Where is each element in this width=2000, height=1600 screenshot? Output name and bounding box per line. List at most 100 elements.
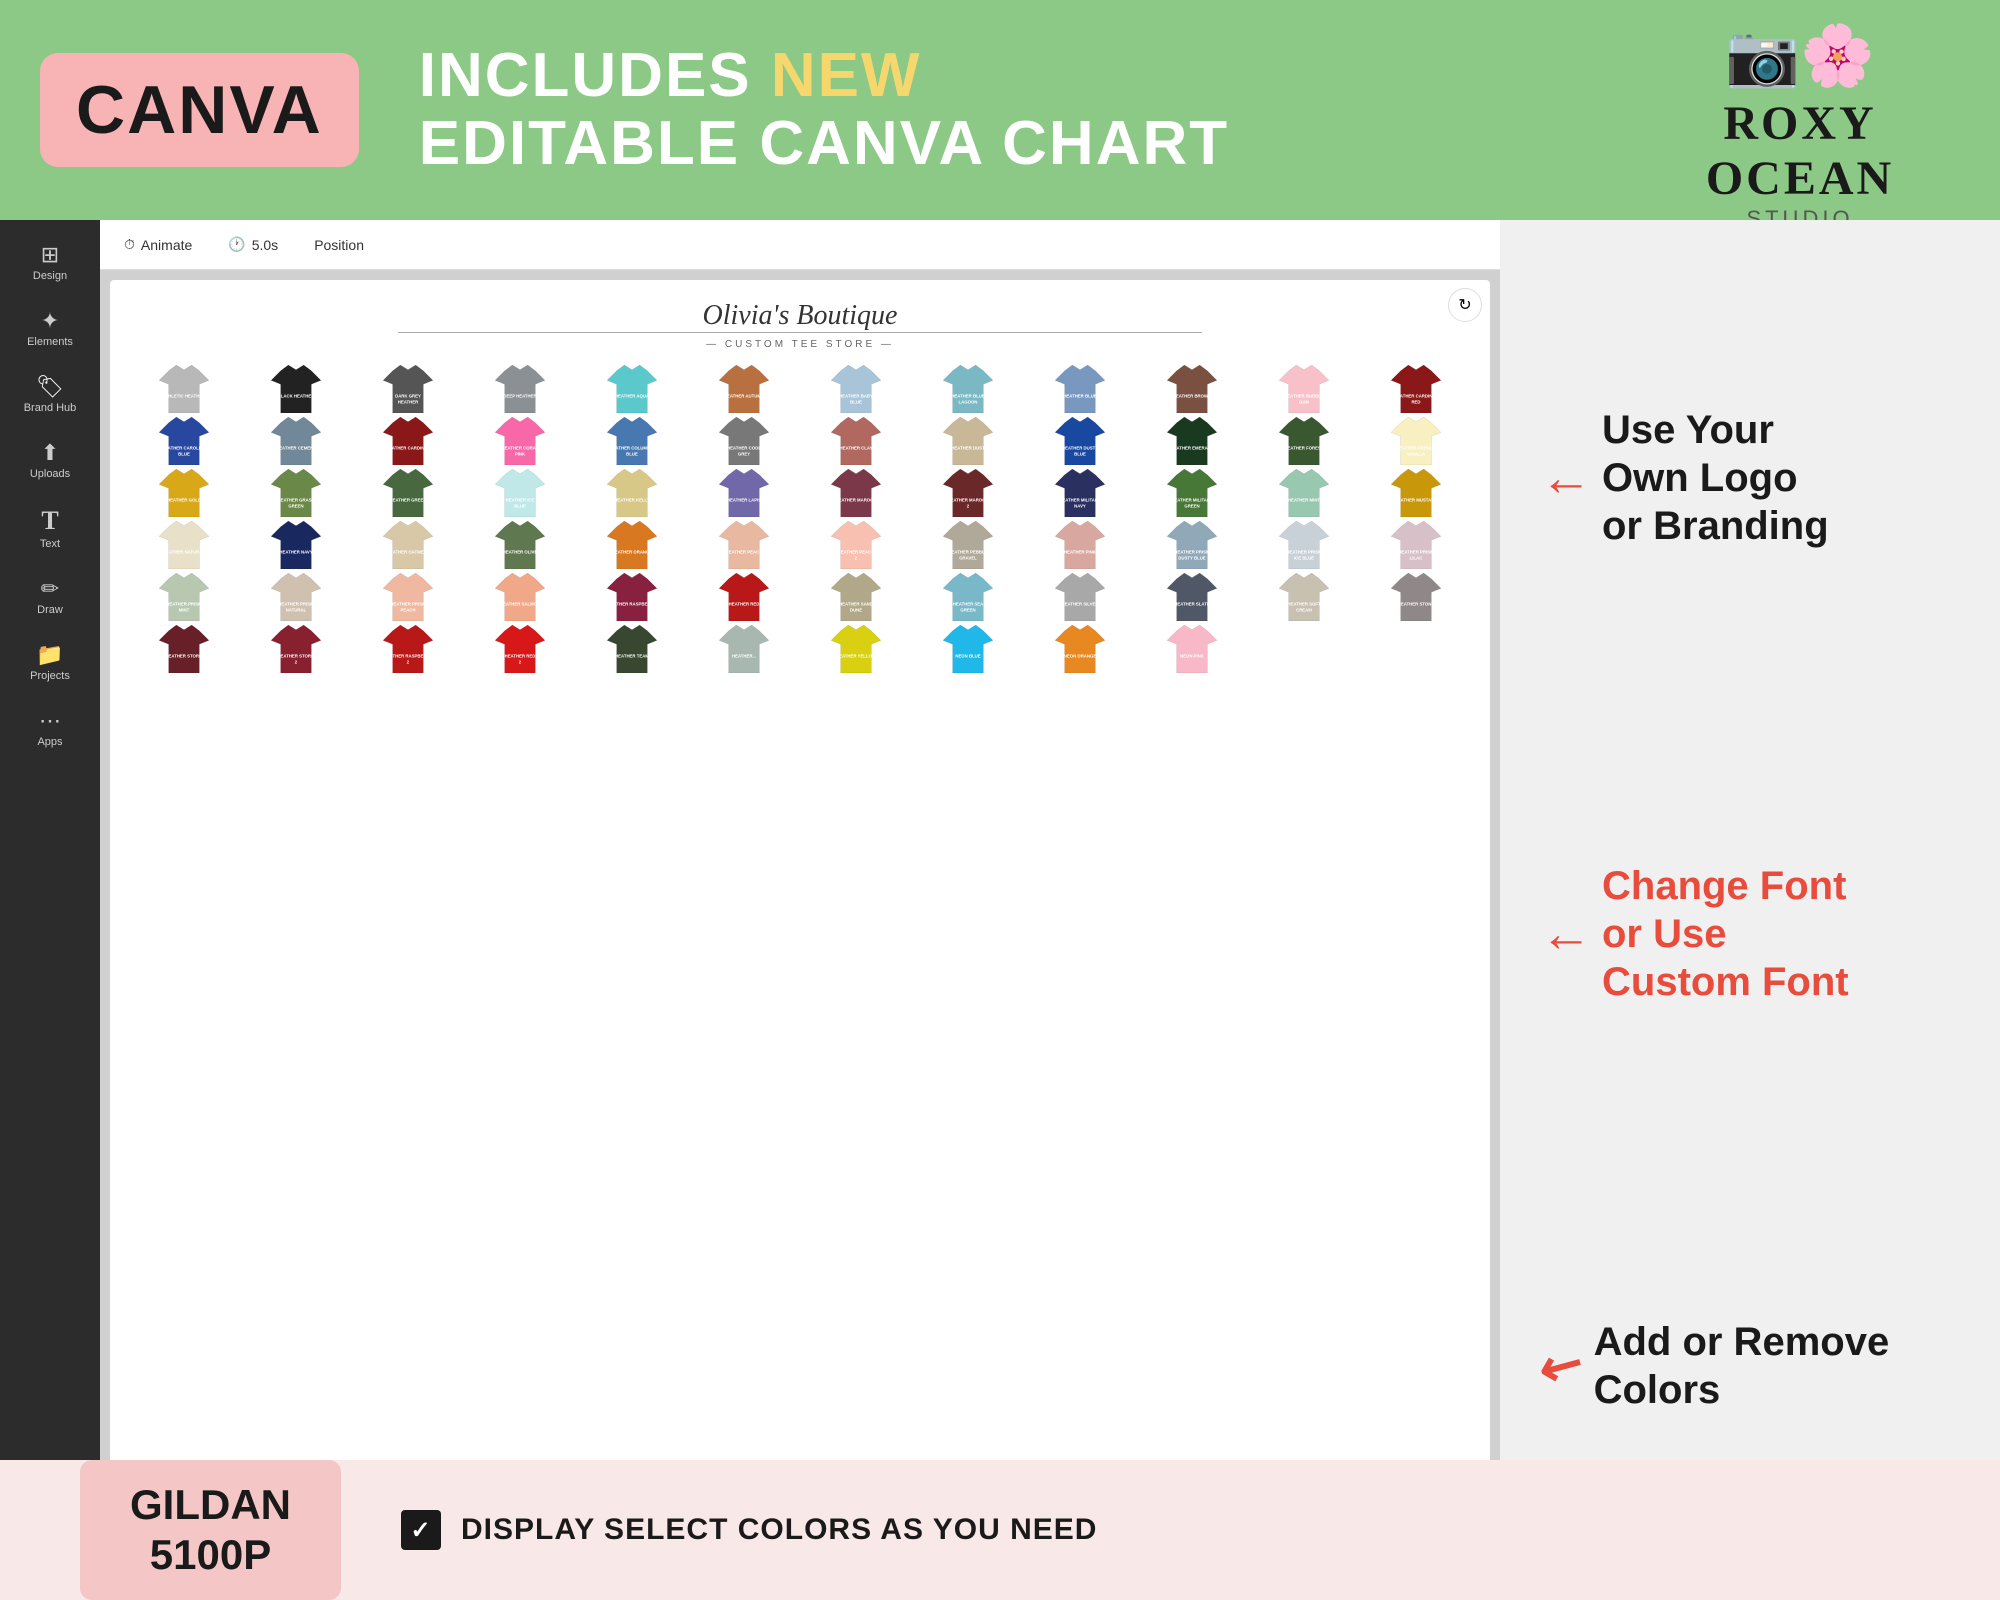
tshirt-shape: HEATHER PEACH — [718, 521, 770, 569]
tshirt-item: NEON PINK — [1138, 625, 1246, 673]
svg-text:NEON ORANGE: NEON ORANGE — [1064, 654, 1097, 659]
svg-text:HEATHER NATURAL: HEATHER NATURAL — [163, 550, 205, 555]
checkbox-icon: ✓ — [401, 1510, 441, 1550]
svg-text:GREEN: GREEN — [960, 607, 975, 612]
svg-text:NATURAL: NATURAL — [286, 607, 307, 612]
tshirt-shape: HEATHER ICE BLUE — [494, 469, 546, 517]
svg-text:HEATHER GOLD: HEATHER GOLD — [167, 498, 201, 503]
animate-label: Animate — [141, 237, 192, 253]
tshirt-item: HEATHER AUTUMN — [690, 365, 798, 413]
tshirt-shape: HEATHER GRASS GREEN — [270, 469, 322, 517]
tshirt-shape: HEATHER PEACH 2 — [830, 521, 882, 569]
tshirt-shape: HEATHER CARDINAL RED — [1390, 365, 1442, 413]
sidebar-item-elements[interactable]: ✦ Elements — [0, 296, 100, 362]
tshirt-item: HEATHER CORAL PINK — [466, 417, 574, 465]
tshirt-item: NEON ORANGE — [1026, 625, 1134, 673]
tshirt-shape: HEATHER OATMEAL — [382, 521, 434, 569]
svg-text:BLACK HEATHER: BLACK HEATHER — [278, 394, 316, 399]
svg-text:HEATHER PEBBLE: HEATHER PEBBLE — [948, 550, 987, 555]
tshirt-shape: HEATHER MILITARY GREEN — [1166, 469, 1218, 517]
tshirt-item: HEATHER STORM — [130, 625, 238, 673]
svg-text:HEATHER RED: HEATHER RED — [729, 602, 760, 607]
tshirt-shape: HEATHER MUSTARD — [1390, 469, 1442, 517]
animate-button[interactable]: ⏱ Animate — [116, 232, 200, 257]
svg-text:DUSTY BLUE: DUSTY BLUE — [1178, 555, 1206, 560]
svg-text:BLUE: BLUE — [626, 451, 638, 456]
svg-text:PEACH: PEACH — [400, 607, 415, 612]
tshirt-item: HEATHER PRISM NATURAL — [242, 573, 350, 621]
tshirt-item: HEATHER SAND DUNE — [802, 573, 910, 621]
tshirt-item: HEATHER BLUE — [1026, 365, 1134, 413]
tshirt-shape: HEATHER PRISM MINT — [158, 573, 210, 621]
tshirt-item: HEATHER RED — [690, 573, 798, 621]
brandhub-icon: 🏷 — [36, 376, 64, 398]
tshirt-item: HEATHER NATURAL — [130, 521, 238, 569]
tshirt-shape: HEATHER PRISM ICE BLUE — [1278, 521, 1330, 569]
svg-text:HEATHER PEACH: HEATHER PEACH — [838, 550, 875, 555]
tshirt-shape: HEATHER SEA GREEN — [942, 573, 994, 621]
tshirt-item: HEATHER MILITARY GREEN — [1138, 469, 1246, 517]
tshirt-item: HEATHER MAROON — [802, 469, 910, 517]
tshirt-item: HEATHER MILITARY NAVY — [1026, 469, 1134, 517]
tshirt-item: HEATHER TEAM — [578, 625, 686, 673]
tshirt-shape: HEATHER GREEN — [382, 469, 434, 517]
time-button[interactable]: 🕐 5.0s — [220, 232, 286, 257]
gildan-brand: GILDAN 5100P — [130, 1480, 291, 1581]
annotation-font: ← Change Fontor UseCustom Font — [1540, 862, 1960, 1006]
svg-text:HEATHER DUST: HEATHER DUST — [951, 446, 985, 451]
tshirt-grid: ATHLETIC HEATHER BLACK HEATHER DARK GREY… — [130, 365, 1470, 673]
position-button[interactable]: Position — [306, 233, 372, 257]
tshirt-shape: HEATHER NATURAL — [158, 521, 210, 569]
sidebar-item-brandhub[interactable]: 🏷 Brand Hub — [0, 362, 100, 428]
tshirt-shape: HEATHER LAPIS — [718, 469, 770, 517]
sidebar-item-design[interactable]: ⊞ Design — [0, 230, 100, 296]
tshirt-shape: HEATHER FOREST — [1278, 417, 1330, 465]
sidebar-item-projects[interactable]: 📁 Projects — [0, 630, 100, 696]
tshirt-shape: HEATHER MAROON — [830, 469, 882, 517]
tshirt-shape: HEATHER RASPBERRY 2 — [382, 625, 434, 673]
tshirt-shape: HEATHER STORM 2 — [270, 625, 322, 673]
svg-text:HEATHER STORM: HEATHER STORM — [165, 654, 203, 659]
tshirt-item: HEATHER MINT — [1250, 469, 1358, 517]
svg-text:BLUE: BLUE — [850, 399, 862, 404]
uploads-icon: ⬆ — [41, 442, 59, 464]
tshirt-shape: HEATHER DUST — [942, 417, 994, 465]
svg-text:HEATHER SOFT: HEATHER SOFT — [1287, 602, 1320, 607]
svg-text:GREY: GREY — [738, 451, 750, 456]
tshirt-item: HEATHER CAROLINA BLUE — [130, 417, 238, 465]
projects-icon: 📁 — [36, 644, 63, 666]
svg-text:HEATHER PEACH: HEATHER PEACH — [726, 550, 763, 555]
tshirt-item: HEATHER OLIVE — [466, 521, 574, 569]
tshirt-item: NEON BLUE — [914, 625, 1022, 673]
svg-text:HEATHER COLUMBIA: HEATHER COLUMBIA — [610, 446, 655, 451]
svg-text:HEATHER BABY: HEATHER BABY — [839, 394, 873, 399]
svg-text:HEATHER CARDINAL: HEATHER CARDINAL — [386, 446, 430, 451]
refresh-button[interactable]: ↻ — [1448, 288, 1482, 322]
svg-text:HEATHER GREEN: HEATHER GREEN — [390, 498, 427, 503]
sidebar-item-text[interactable]: T Text — [0, 494, 100, 564]
tshirt-shape: HEATHER SAND DUNE — [830, 573, 882, 621]
svg-text:RED: RED — [1411, 399, 1420, 404]
svg-text:HEATHER RASPBERRY: HEATHER RASPBERRY — [608, 602, 657, 607]
svg-text:BLUE: BLUE — [1074, 451, 1086, 456]
tshirt-item: HEATHER CLAY — [802, 417, 910, 465]
tshirt-item: HEATHER... — [690, 625, 798, 673]
tshirt-item: HEATHER PRISM LILAC — [1362, 521, 1470, 569]
tshirt-shape: HEATHER AQUA — [606, 365, 658, 413]
svg-text:BLUE: BLUE — [514, 503, 526, 508]
sidebar-item-draw[interactable]: ✏ Draw — [0, 564, 100, 630]
svg-text:HEATHER CORAL: HEATHER CORAL — [502, 446, 539, 451]
svg-text:MINT: MINT — [179, 607, 190, 612]
sidebar: ⊞ Design ✦ Elements 🏷 Brand Hub ⬆ Upload… — [0, 220, 100, 1600]
sidebar-item-uploads[interactable]: ⬆ Uploads — [0, 428, 100, 494]
tshirt-shape: HEATHER NAVY — [270, 521, 322, 569]
design-icon: ⊞ — [41, 244, 59, 266]
svg-text:DARK GREY: DARK GREY — [395, 394, 421, 399]
svg-text:HEATHER BUBBLE: HEATHER BUBBLE — [1284, 394, 1324, 399]
svg-text:ATHLETIC HEATHER: ATHLETIC HEATHER — [163, 394, 206, 399]
sidebar-item-apps[interactable]: ⋯ Apps — [0, 696, 100, 762]
tshirt-item: HEATHER LAPIS — [690, 469, 798, 517]
svg-text:HEATHER PRISM: HEATHER PRISM — [390, 602, 426, 607]
svg-text:HEATHER EMERALD: HEATHER EMERALD — [1171, 446, 1214, 451]
annotation-logo: ← Use YourOwn Logoor Branding — [1540, 406, 1960, 550]
